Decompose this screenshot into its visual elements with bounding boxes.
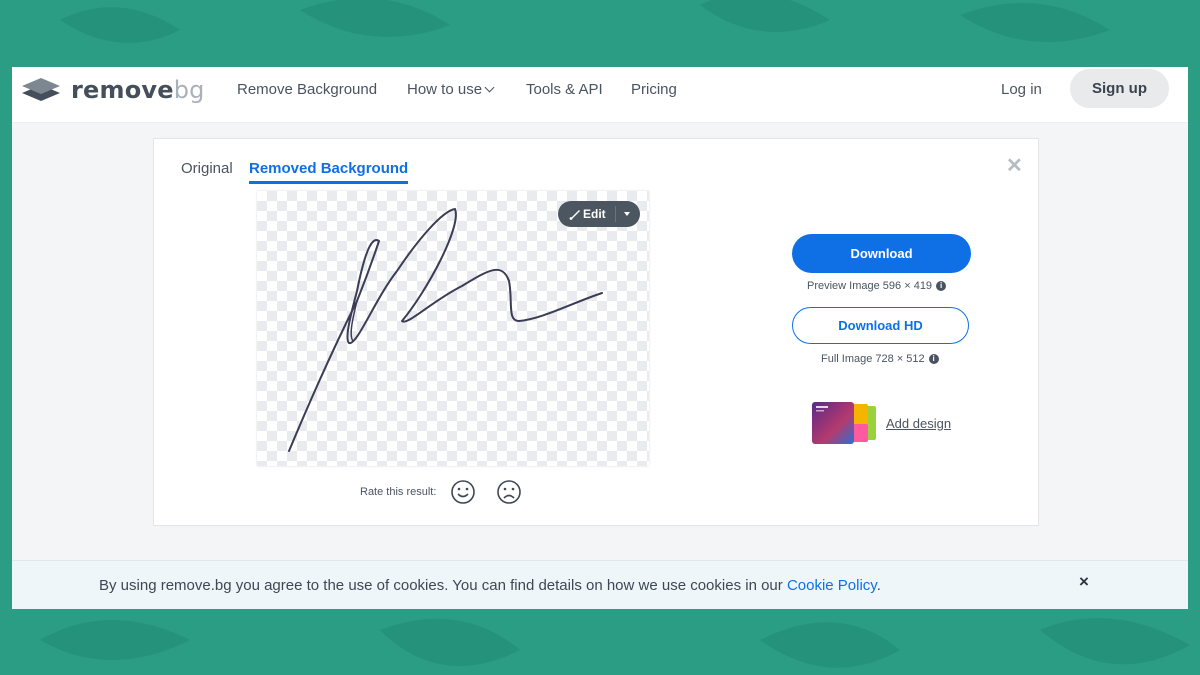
design-templates-icon [812,402,876,444]
close-icon[interactable]: ✕ [1006,153,1023,178]
nav-remove-background[interactable]: Remove Background [237,81,377,99]
result-image-preview: Edit [257,191,649,466]
layers-logo-icon [22,78,60,101]
tab-original[interactable]: Original [181,160,233,178]
rating-bar: Rate this result: [360,479,522,505]
nav-how-to-use-label: How to use [407,81,483,98]
edit-label: Edit [583,207,606,221]
signature-image [288,208,603,452]
preview-image-text: Preview Image 596 × 419 [807,280,933,292]
full-image-info: Full Image 728 × 512 i [821,353,939,365]
nav-pricing[interactable]: Pricing [631,81,677,99]
logo[interactable]: removebg [20,76,205,104]
frown-icon[interactable] [496,479,522,505]
smile-icon[interactable] [450,479,476,505]
login-link[interactable]: Log in [1001,81,1042,98]
nav-how-to-use[interactable]: How to use [407,81,495,99]
nav-tools-api[interactable]: Tools & API [526,81,603,99]
full-image-text: Full Image 728 × 512 [821,353,925,365]
rate-label: Rate this result: [360,486,437,498]
edit-divider [615,206,616,222]
add-design[interactable]: Add design [812,402,951,444]
caret-down-icon[interactable] [624,212,630,216]
cookie-message: By using remove.bg you agree to the use … [99,577,881,594]
download-hd-button[interactable]: Download HD [792,307,969,344]
signup-button[interactable]: Sign up [1070,69,1169,108]
cookie-text-after: . [876,577,881,594]
cookie-text-before: By using remove.bg you agree to the use … [99,577,787,594]
download-button[interactable]: Download [792,234,971,273]
info-icon[interactable]: i [936,281,947,291]
cookie-policy-link[interactable]: Cookie Policy [787,577,877,594]
browser-viewport: removebg Remove Background How to use To… [12,67,1188,608]
result-card: Original Removed Background ✕ Edit Rate … [153,138,1039,526]
edit-button[interactable]: Edit [558,201,640,227]
cookie-banner: By using remove.bg you agree to the use … [12,560,1188,609]
tab-removed-background[interactable]: Removed Background [249,160,409,184]
chevron-down-icon [484,82,495,93]
top-navbar: removebg Remove Background How to use To… [12,67,1188,123]
info-icon[interactable]: i [928,354,939,364]
logo-wordmark: removebg [71,76,205,104]
add-design-label: Add design [886,415,952,431]
preview-image-info: Preview Image 596 × 419 i [807,280,947,292]
close-icon[interactable]: × [1079,572,1089,592]
brush-icon [569,209,580,220]
